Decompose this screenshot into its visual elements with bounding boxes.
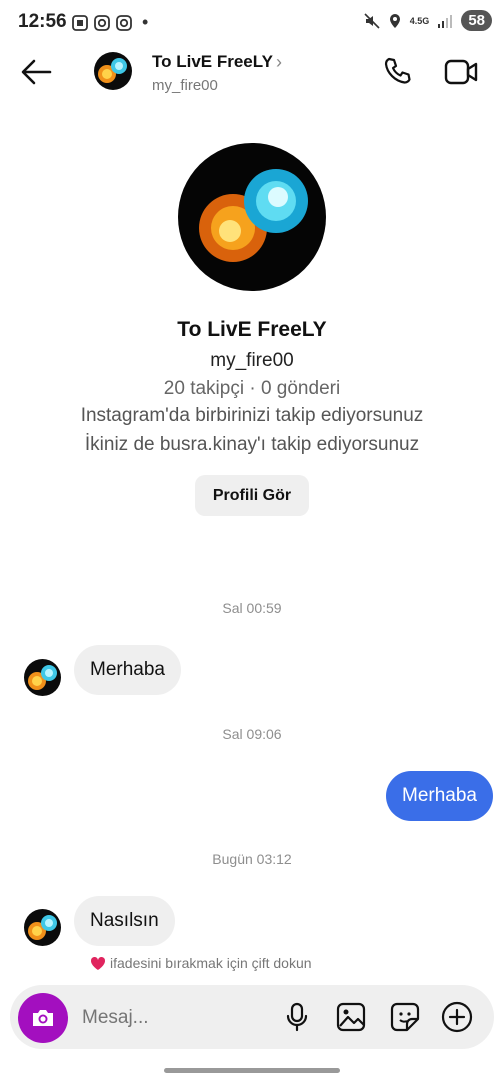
mutual-follow-text: Instagram'da birbirinizi takip ediyorsun… [80,405,424,426]
incoming-message-bubble[interactable]: Nasılsın [74,896,175,946]
avatar[interactable] [24,659,61,696]
message-input[interactable] [80,1006,264,1030]
heart-icon [90,956,106,970]
profile-name: To LivE FreeLY [177,318,327,341]
back-button[interactable] [20,58,52,91]
outgoing-message-bubble[interactable]: Merhaba [386,771,493,821]
avatar[interactable] [24,909,61,946]
home-indicator[interactable] [164,1068,340,1073]
gallery-button[interactable] [334,1000,368,1034]
view-profile-button[interactable]: Profili Gör [195,475,309,516]
profile-avatar-image [178,143,326,291]
message-timestamp: Sal 00:59 [222,600,282,616]
profile-stats: 20 takipçi · 0 gönderi [163,378,341,399]
avatar[interactable] [94,52,132,90]
avatar-image [24,659,61,696]
signal-icon [438,14,453,28]
microphone-icon [286,1002,308,1032]
status-system-icons: 4.5G 58 [364,10,492,31]
battery-indicator: 58 [461,10,492,31]
chevron-right-icon[interactable]: › [276,52,282,73]
more-options-button[interactable] [440,1000,474,1034]
header-name[interactable]: To LivE FreeLY [152,52,273,72]
avatar-image [24,909,61,946]
common-follow-text: İkiniz de busra.kinay'ı takip ediyorsunu… [84,434,420,455]
plus-circle-icon [441,1001,473,1033]
video-call-button[interactable] [444,58,478,91]
voice-message-button[interactable] [280,1000,314,1034]
profile-avatar[interactable] [178,143,326,291]
message-timestamp: Sal 09:06 [222,726,282,742]
status-time: 12:56 [18,11,67,32]
instagram-icon [94,14,110,31]
mute-icon [364,12,380,29]
network-label: 4.5G [409,15,430,26]
sticker-icon [390,1002,420,1032]
image-icon [336,1002,366,1032]
dot-icon: • [142,12,149,32]
arrow-left-icon [21,59,52,85]
header-username[interactable]: my_fire00 [152,77,218,94]
phone-icon [384,57,411,84]
profile-username: my_fire00 [210,350,294,371]
screenshot-icon [72,14,88,31]
hint-text: ifadesini bırakmak için çift dokun [110,955,312,971]
video-camera-icon [444,59,478,85]
status-notification-icons: • [72,12,148,33]
location-icon [389,13,400,28]
incoming-message-bubble[interactable]: Merhaba [74,645,181,695]
camera-button[interactable] [18,993,68,1043]
instagram-icon [116,14,132,31]
sticker-button[interactable] [388,1000,422,1034]
voice-call-button[interactable] [382,56,414,93]
camera-icon [33,1010,53,1026]
avatar-image [94,52,132,90]
message-timestamp: Bugün 03:12 [212,851,292,867]
double-tap-hint: ifadesini bırakmak için çift dokun [90,955,312,971]
